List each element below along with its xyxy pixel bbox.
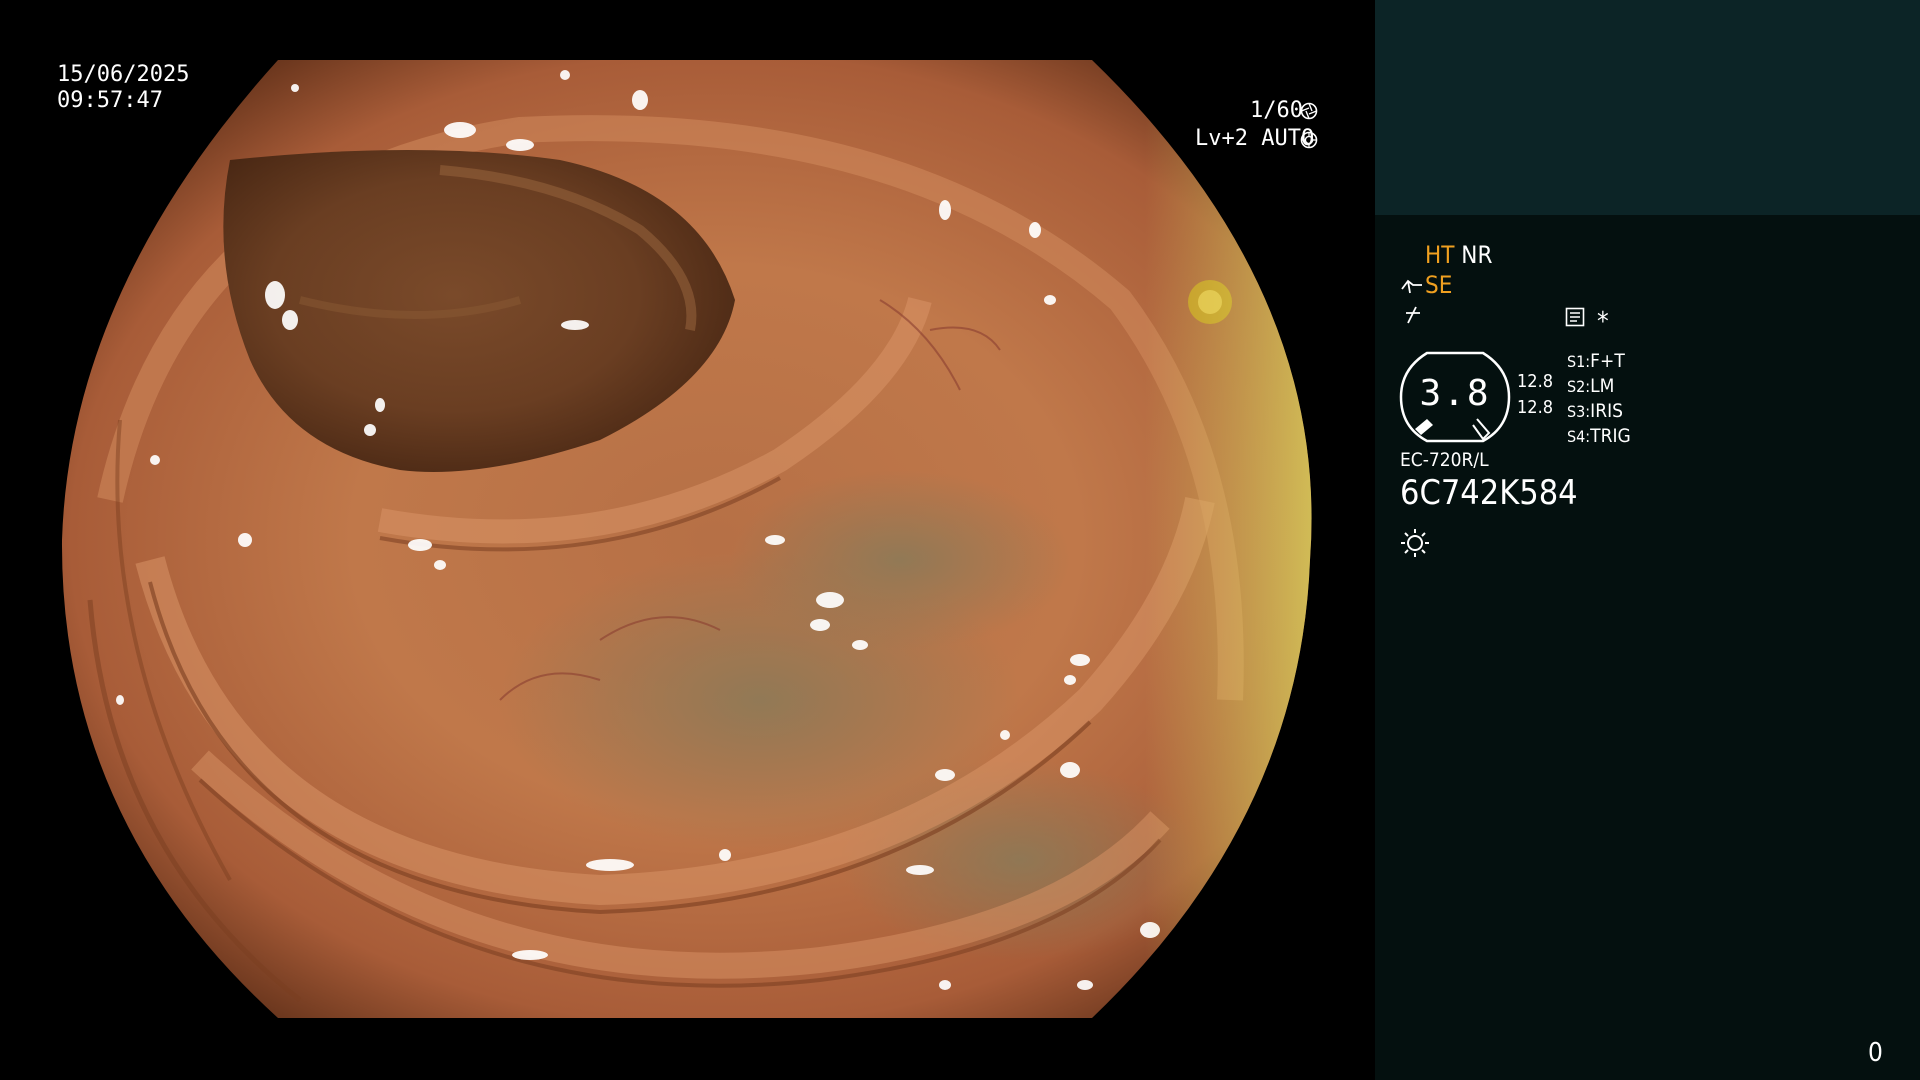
switch-s2: S2:LM [1567, 374, 1631, 399]
frame-counter: 0 [1868, 1038, 1883, 1068]
switch-s3: S3:IRIS [1567, 399, 1631, 424]
endoscope-viewer: 15/06/2025 09:57:47 1/60 Lv+2 AUTO [0, 0, 1373, 1080]
switch-key: S3: [1567, 402, 1591, 421]
switch-value: F+T [1590, 350, 1625, 372]
time-label: 09:57:47 [57, 88, 163, 113]
iris-icon [1300, 131, 1318, 149]
gauge-value: 3.8 [1419, 373, 1491, 414]
structure-icon [1406, 306, 1420, 324]
nr-label: NR [1461, 241, 1493, 269]
scope-serial: 6C742K584 [1400, 473, 1578, 513]
switch-key: S1: [1567, 352, 1591, 371]
image-enhance-row: HT NR [1425, 241, 1492, 269]
switch-list: S1:F+T S2:LM S3:IRIS S4:TRIG [1567, 349, 1631, 449]
exposure-level-value: Lv+2 [1195, 126, 1248, 151]
date-label: 15/06/2025 [57, 62, 190, 87]
settings-panel: HT NR SE * 3.8 12.8 12.8 S1:F+T S2:LM S3… [1375, 215, 1920, 1080]
endoscopic-image [61, 60, 1312, 1018]
exposure-level: Lv+2 AUTO [1195, 126, 1314, 152]
scope-model: EC-720R/L [1400, 449, 1489, 471]
switch-s1: S1:F+T [1567, 349, 1631, 374]
switch-value: IRIS [1590, 400, 1623, 422]
switch-key: S4: [1567, 427, 1591, 446]
switch-value: LM [1590, 375, 1615, 397]
asterisk-mark: * [1597, 307, 1609, 337]
se-label: SE [1425, 271, 1453, 299]
enhance-curve-icon [1401, 279, 1422, 294]
switch-value: TRIG [1590, 425, 1631, 447]
brightness-icon [1401, 529, 1429, 557]
readout-1: 12.8 [1517, 371, 1554, 392]
switch-key: S2: [1567, 377, 1591, 396]
switch-s4: S4:TRIG [1567, 424, 1631, 449]
mucosa-layer [61, 60, 1312, 1018]
shutter-speed: 1/60 [1250, 98, 1303, 123]
record-icon [1565, 307, 1585, 327]
ht-label: HT [1425, 241, 1455, 269]
aperture-icon [1300, 102, 1318, 120]
readout-2: 12.8 [1517, 397, 1554, 418]
panel-header-area [1375, 0, 1920, 215]
